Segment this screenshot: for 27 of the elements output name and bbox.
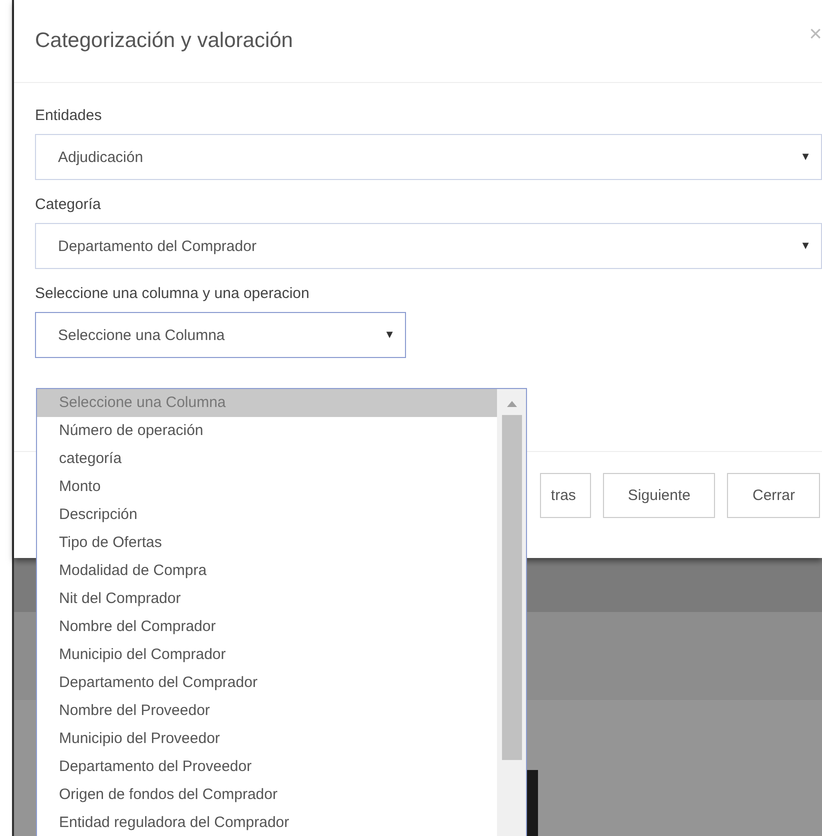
footer-button[interactable]: Cerrar	[727, 473, 820, 518]
dropdown-option[interactable]: Departamento del Comprador	[37, 669, 497, 697]
field-label: Entidades	[35, 107, 103, 124]
dialog-title: Categorización y valoración	[35, 29, 293, 53]
dropdown-option[interactable]: Nombre del Comprador	[37, 613, 497, 641]
dropdown-option[interactable]: Municipio del Comprador	[37, 641, 497, 669]
footer-button[interactable]: tras	[540, 473, 591, 518]
dropdown-option[interactable]: Origen de fondos del Comprador	[37, 781, 497, 809]
dropdown-option[interactable]: Tipo de Ofertas	[37, 529, 497, 557]
field-label: Seleccione una columna y una operacion	[35, 285, 310, 302]
scroll-up-icon[interactable]	[506, 401, 516, 407]
dropdown-option[interactable]: Departamento del Proveedor	[37, 753, 497, 781]
dropdown-option[interactable]: Nombre del Proveedor	[37, 697, 497, 725]
select-field[interactable]: Adjudicación ▼	[35, 134, 822, 180]
dropdown-option[interactable]: Entidad reguladora del Comprador	[37, 809, 497, 836]
dropdown-option[interactable]: categoría	[37, 445, 497, 473]
field-label: Categoría	[35, 196, 102, 213]
dropdown-option[interactable]: Nit del Comprador	[37, 585, 497, 613]
dropdown-option[interactable]: Descripción	[37, 501, 497, 529]
select-field[interactable]: Departamento del Comprador ▼	[35, 223, 822, 269]
dropdown-option[interactable]: Modalidad de Compra	[37, 557, 497, 585]
column-select[interactable]: Seleccione una Columna ▼	[35, 312, 406, 358]
scrollbar[interactable]	[497, 389, 526, 836]
dropdown-option[interactable]: Número de operación	[37, 417, 497, 445]
dropdown-option[interactable]: Monto	[37, 473, 497, 501]
footer-button[interactable]: Siguiente	[602, 473, 716, 518]
dropdown-option[interactable]: Municipio del Proveedor	[37, 725, 497, 753]
